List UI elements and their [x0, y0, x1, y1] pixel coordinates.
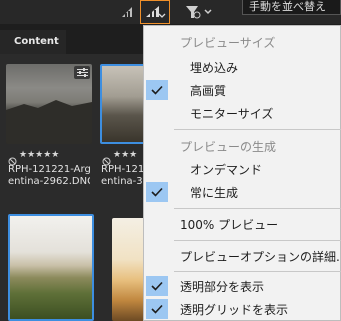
menu-item-label: 透明部分を表示 [180, 280, 265, 294]
filter-icon [186, 6, 212, 19]
menu-item-fit[interactable]: 埋め込み [144, 56, 341, 78]
menu-item-label: 100% プレビュー [180, 218, 279, 232]
menu-item-label: モニターサイズ [190, 107, 274, 121]
menu-item-label: 高画質 [190, 84, 227, 98]
adjustments-badge [74, 66, 90, 79]
menu-item-show-transparency-grid[interactable]: 透明グリッドを表示 [144, 298, 341, 320]
menu-item-monitor-size[interactable]: モニターサイズ [144, 102, 341, 124]
menu-item-show-transparent[interactable]: 透明部分を表示 [144, 275, 341, 297]
star-rating[interactable]: ★★★ [113, 150, 137, 160]
menu-item-preview-options[interactable]: プレビューオプションの詳細... [144, 245, 341, 267]
filter-menu-button[interactable] [184, 2, 214, 22]
file-name-line2: entina-2962.DNG [8, 176, 90, 187]
menu-separator [174, 129, 341, 130]
menu-section-generate: プレビューの生成 [180, 140, 277, 154]
thumbnail-1[interactable] [6, 64, 92, 144]
menu-item-on-demand[interactable]: オンデマンド [144, 158, 341, 180]
menu-item-label: プレビューオプションの詳細... [180, 250, 341, 264]
preview-quality-menu-button[interactable] [140, 0, 170, 24]
sort-dropdown[interactable]: 手動を並べ替え [242, 0, 341, 15]
menu-section-preview-size: プレビューサイズ [180, 36, 276, 50]
content-grid: ★★★★★ RPH-121221-Arg entina-2962.DNG ★★★… [0, 54, 150, 321]
top-toolbar: 手動を並べ替え [0, 0, 341, 24]
preview-options-menu: プレビューサイズ 埋め込み 高画質 モニターサイズ プレビューの生成 オンデマン… [143, 25, 341, 321]
checkmark-icon [146, 182, 168, 202]
star-rating[interactable]: ★★★★★ [19, 150, 59, 160]
menu-item-label: 埋め込み [190, 61, 239, 75]
sliders-icon [76, 68, 88, 77]
tab-content[interactable]: Content [0, 30, 66, 54]
menu-item-high-quality[interactable]: 高画質 [144, 79, 341, 101]
menu-item-label: オンデマンド [190, 163, 263, 177]
preview-quality-low-button[interactable] [116, 2, 138, 22]
menu-item-always-generate[interactable]: 常に生成 [144, 181, 341, 203]
menu-separator [174, 240, 341, 241]
checkmark-icon [146, 80, 168, 100]
menu-separator [174, 271, 341, 272]
menu-item-label: 透明グリッドを表示 [180, 303, 289, 317]
checkmark-icon [146, 299, 168, 319]
menu-item-preview-100[interactable]: 100% プレビュー [144, 213, 341, 235]
preview-quality-icon [146, 6, 166, 18]
file-name-line1: RPH-121221-Arg [8, 164, 90, 175]
menu-item-label: 常に生成 [190, 186, 239, 200]
menu-separator [174, 208, 341, 209]
thumbnail-3[interactable] [8, 214, 94, 321]
preview-quality-low-icon [122, 7, 132, 17]
checkmark-icon [146, 276, 168, 296]
